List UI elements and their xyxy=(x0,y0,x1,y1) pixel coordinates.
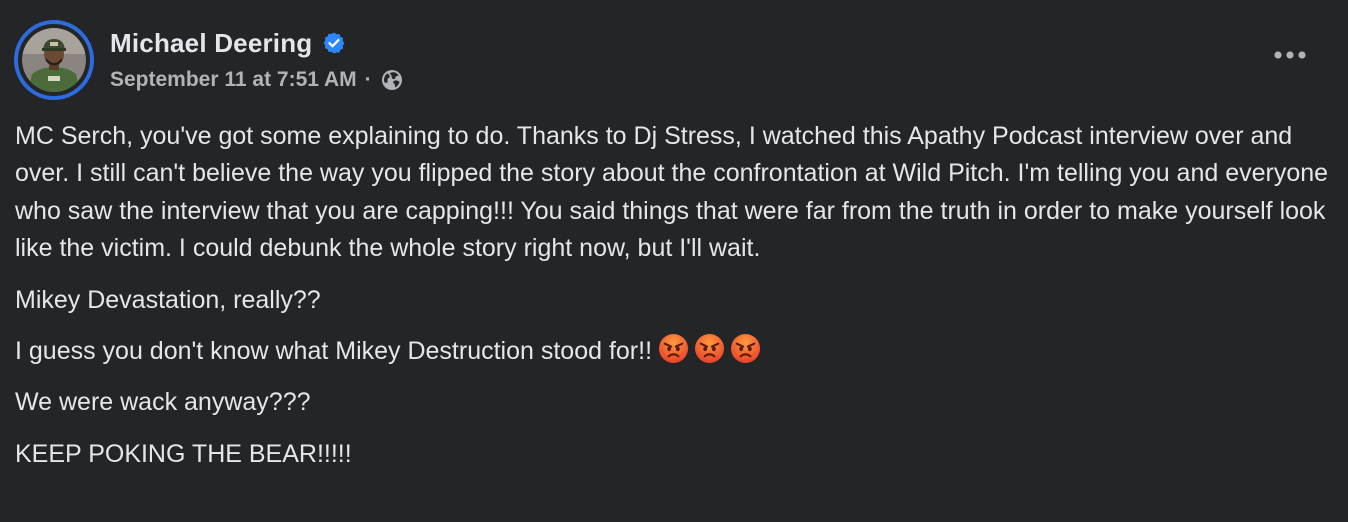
angry-face-emoji-icon xyxy=(695,334,725,364)
more-options-button[interactable] xyxy=(1270,40,1310,70)
avatar-story-ring[interactable] xyxy=(14,20,94,100)
post-paragraph: We were wack anyway??? xyxy=(15,388,311,417)
facebook-post: Michael Deering September 11 at 7:51 AM … xyxy=(0,0,1348,522)
more-options-icon xyxy=(1274,51,1306,59)
post-body: MC Serch, you've got some explaining to … xyxy=(15,118,1335,487)
post-paragraph: KEEP POKING THE BEAR!!!!! xyxy=(15,439,352,468)
post-subline: September 11 at 7:51 AM · xyxy=(110,63,404,97)
avatar[interactable] xyxy=(22,28,86,92)
angry-face-emoji-icon xyxy=(731,334,761,364)
post-paragraph-text: I guess you don't know what Mikey Destru… xyxy=(15,337,653,366)
post-paragraph: Mikey Devastation, really?? xyxy=(15,285,321,314)
globe-icon[interactable] xyxy=(380,68,404,92)
post-timestamp[interactable]: September 11 at 7:51 AM xyxy=(110,68,357,92)
post-paragraph-with-emojis: I guess you don't know what Mikey Destru… xyxy=(15,333,1335,370)
separator-dot: · xyxy=(364,68,372,91)
verified-badge-icon xyxy=(324,32,345,54)
post-meta: Michael Deering September 11 at 7:51 AM … xyxy=(110,23,404,97)
author-name[interactable]: Michael Deering xyxy=(110,28,312,59)
post-header: Michael Deering September 11 at 7:51 AM … xyxy=(14,20,404,100)
post-paragraph: MC Serch, you've got some explaining to … xyxy=(15,122,1329,263)
angry-face-emoji-icon xyxy=(659,334,689,364)
author-row: Michael Deering xyxy=(110,23,404,63)
